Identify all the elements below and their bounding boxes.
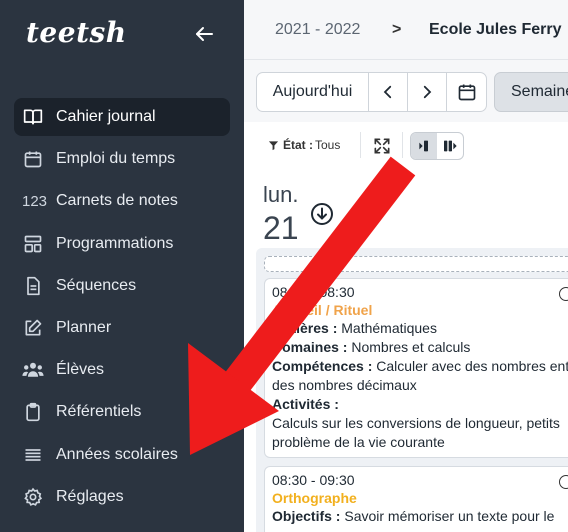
breadcrumb-separator: >: [392, 21, 402, 38]
session-card[interactable]: 08:00 - 08:30 Accueil / Rituel Matières …: [264, 278, 568, 458]
state-filter-value: Tous: [315, 138, 341, 152]
sidebar-item-reglages[interactable]: Réglages: [14, 478, 230, 516]
expand-icon[interactable]: [372, 136, 392, 156]
sidebar-item-label: Emploi du temps: [56, 150, 176, 168]
sidebar-item-label: Années scolaires: [56, 445, 178, 463]
session-activities-label: Activités :: [272, 396, 339, 412]
expand-layout-button[interactable]: [437, 133, 463, 159]
sidebar-item-label: Carnets de notes: [56, 192, 178, 210]
sidebar-item-referentiels[interactable]: Référentiels: [14, 393, 230, 431]
chevron-right-icon: [423, 85, 432, 99]
session-title: Accueil / Rituel: [272, 302, 373, 318]
collapse-left-icon: [419, 140, 428, 152]
sidebar-item-label: Cahier journal: [56, 108, 156, 125]
session-activities-cont: problème de la vie courante: [272, 434, 445, 450]
123-icon: 123: [22, 192, 48, 210]
clipboard-icon: [22, 401, 44, 423]
session-competences-cont: des nombres décimaux: [272, 377, 417, 393]
day-name: lun.: [263, 182, 299, 207]
edit-icon: [22, 317, 44, 339]
session-time: 08:30 - 09:30: [272, 472, 355, 488]
chevron-left-icon: [383, 85, 392, 99]
day-number: 21: [263, 210, 299, 246]
add-session-dropzone[interactable]: [264, 256, 568, 272]
session-subjects: Matières : Mathématiques: [272, 320, 437, 336]
calendar-content: État : Tous lun. 21 08:00 - 08:30 Accuei…: [244, 122, 568, 532]
sidebar-item-label: Référentiels: [56, 403, 142, 421]
sidebar-item-annees-scolaires[interactable]: Années scolaires: [14, 436, 230, 474]
status-circle-icon[interactable]: [559, 475, 568, 489]
sidebar-item-emploi-du-temps[interactable]: Emploi du temps: [14, 140, 230, 178]
chevron-down-icon[interactable]: [202, 362, 216, 376]
sidebar-item-cahier-journal[interactable]: Cahier journal: [14, 98, 230, 136]
document-icon: [22, 275, 44, 297]
breadcrumb: 2021 - 2022 > Ecole Jules Ferry: [244, 0, 568, 60]
breadcrumb-year[interactable]: 2021 - 2022: [275, 21, 360, 39]
sidebar-item-label: Séquences: [56, 276, 137, 294]
session-card[interactable]: 08:30 - 09:30 Orthographe Objectifs : Sa…: [264, 466, 568, 532]
sidebar-item-carnets-de-notes[interactable]: 123 Carnets de notes: [14, 182, 230, 220]
state-filter[interactable]: État : Tous: [268, 138, 340, 152]
collapse-layout-button[interactable]: [411, 133, 437, 159]
layout-icon: [22, 233, 44, 255]
sidebar-item-label: Programmations: [56, 234, 174, 252]
status-circle-icon[interactable]: [559, 287, 568, 301]
sidebar-item-sequences[interactable]: Séquences: [14, 267, 230, 305]
week-view-button[interactable]: Semaine: [494, 72, 568, 112]
next-button[interactable]: [408, 73, 447, 111]
calendar-toolbar: Aujourd'hui Semaine: [244, 60, 568, 122]
session-domains: Domaines : Nombres et calculs: [272, 339, 471, 355]
sidebar-item-label: Réglages: [56, 487, 124, 505]
divider: [360, 132, 361, 158]
calendar-icon: [458, 84, 475, 101]
calendar-icon: [22, 148, 44, 170]
sidebar-nav: Cahier journal Emploi du temps 123 Carne…: [14, 98, 230, 520]
session-title: Orthographe: [272, 490, 357, 506]
session-time: 08:00 - 08:30: [272, 284, 355, 300]
breadcrumb-school[interactable]: Ecole Jules Ferry: [429, 21, 562, 39]
list-icon: [22, 444, 44, 466]
state-filter-label: État :: [283, 138, 313, 152]
brand-logo[interactable]: teetsh: [26, 16, 127, 49]
sidebar-item-label: Élèves: [56, 361, 105, 379]
previous-button[interactable]: [369, 73, 408, 111]
download-circle-icon[interactable]: [310, 202, 334, 226]
divider: [402, 132, 403, 158]
sidebar-item-planner[interactable]: Planner: [14, 309, 230, 347]
sidebar-item-label: Planner: [56, 318, 112, 336]
sidebar-item-eleves[interactable]: Élèves: [14, 351, 230, 389]
session-activities: Calculs sur les conversions de longueur,…: [272, 415, 560, 431]
arrow-left-icon[interactable]: [192, 22, 216, 46]
date-navigation: Aujourd'hui: [256, 72, 487, 112]
session-competences: Compétences : Calculer avec des nombres …: [272, 358, 568, 374]
expand-right-icon: [444, 140, 457, 152]
today-button[interactable]: Aujourd'hui: [257, 73, 369, 111]
session-objectives: Objectifs : Savoir mémoriser un texte po…: [272, 508, 555, 524]
users-icon: [22, 359, 44, 381]
date-picker-button[interactable]: [447, 73, 486, 111]
layout-toggle: [410, 132, 464, 160]
sidebar-item-programmations[interactable]: Programmations: [14, 225, 230, 263]
filter-icon: [268, 140, 279, 150]
book-icon: [22, 106, 44, 128]
day-column: 08:00 - 08:30 Accueil / Rituel Matières …: [256, 248, 568, 532]
sidebar: teetsh Cahier journal Emploi du temps 12…: [0, 0, 244, 532]
gear-icon: [22, 486, 44, 508]
